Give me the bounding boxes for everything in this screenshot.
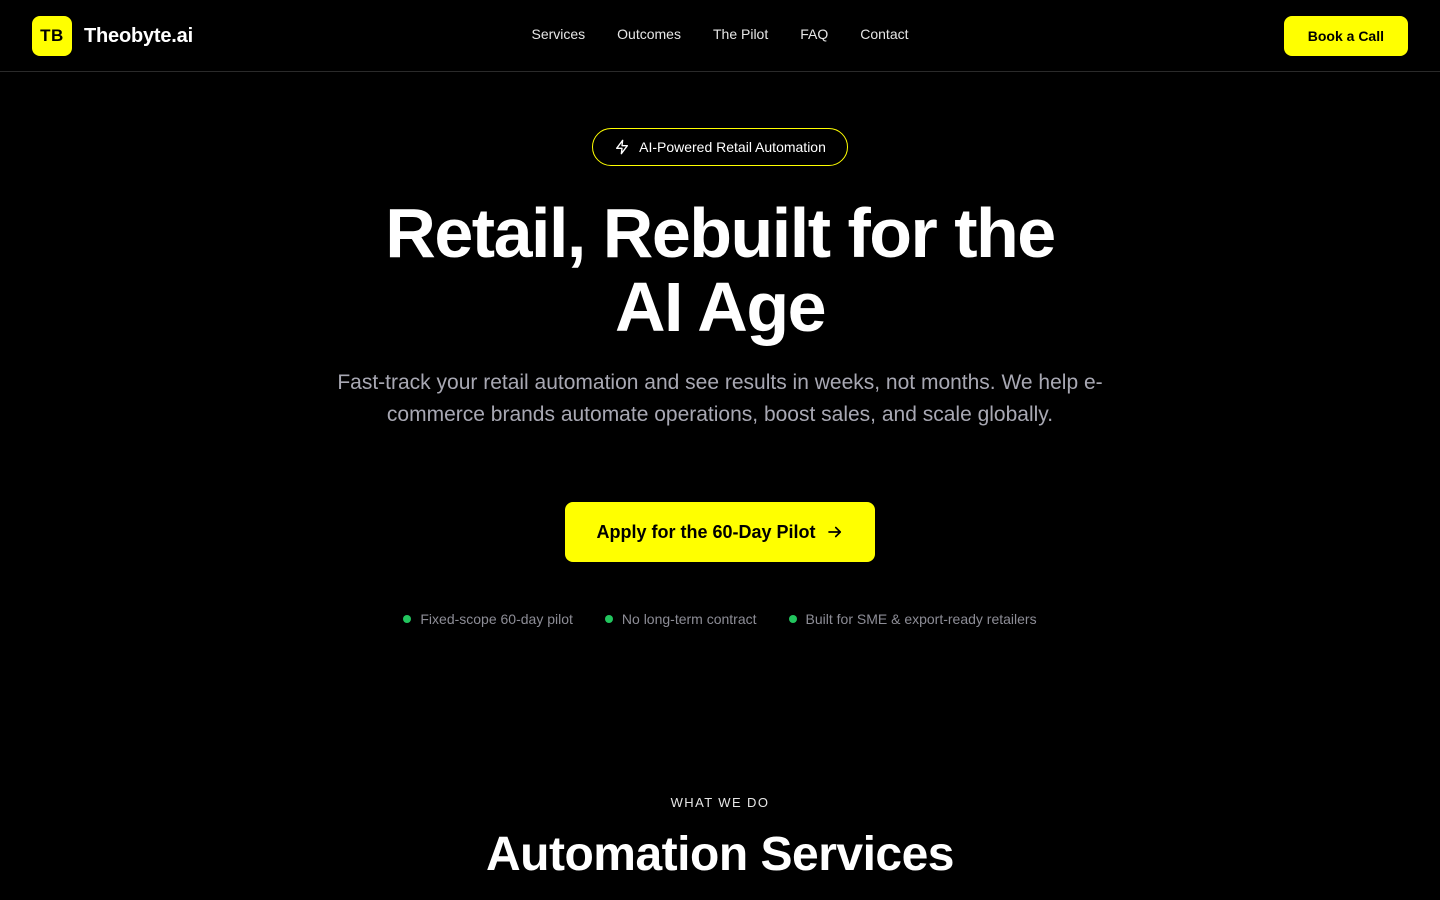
- benefit-label: Fixed-scope 60-day pilot: [420, 611, 573, 627]
- status-dot-icon: [403, 615, 412, 623]
- benefit-label: Built for SME & export-ready retailers: [805, 611, 1037, 627]
- nav-link-outcomes[interactable]: Outcomes: [617, 26, 681, 42]
- badge-label: AI-Powered Retail Automation: [639, 139, 826, 155]
- nav-link-faq[interactable]: FAQ: [800, 26, 828, 42]
- benefit-item: No long-term contract: [604, 611, 757, 627]
- nav-link-services[interactable]: Services: [531, 26, 585, 42]
- apply-pilot-button[interactable]: Apply for the 60-Day Pilot: [565, 502, 875, 562]
- benefit-item: Built for SME & export-ready retailers: [788, 611, 1037, 627]
- hero-title-line-1: Retail, Rebuilt for the: [385, 194, 1056, 272]
- book-call-button[interactable]: Book a Call: [1283, 16, 1408, 56]
- hero-subtitle: Fast-track your retail automation and se…: [337, 371, 1103, 426]
- benefit-label: No long-term contract: [621, 611, 757, 627]
- benefit-item: Fixed-scope 60-day pilot: [403, 611, 573, 627]
- arrow-right-icon: [826, 523, 844, 541]
- hero-title: Retail, Rebuilt for the AI Age: [270, 196, 1170, 344]
- section-eyebrow: WHAT WE DO: [670, 795, 770, 810]
- hero-badge: AI-Powered Retail Automation: [592, 128, 848, 166]
- benefit-list: Fixed-scope 60-day pilot No long-term co…: [0, 611, 1440, 627]
- hero-title-line-2: AI Age: [614, 268, 827, 346]
- nav-link-the-pilot[interactable]: The Pilot: [713, 26, 768, 42]
- top-navbar: TB Theobyte.ai Services Outcomes The Pil…: [0, 0, 1440, 72]
- nav-link-contact[interactable]: Contact: [860, 26, 908, 42]
- status-dot-icon: [604, 615, 613, 623]
- section-title: Automation Services: [486, 828, 954, 881]
- lightning-icon: [614, 139, 630, 155]
- nav-links: Services Outcomes The Pilot FAQ Contact: [0, 26, 1440, 42]
- apply-pilot-label: Apply for the 60-Day Pilot: [596, 521, 816, 542]
- status-dot-icon: [788, 615, 797, 623]
